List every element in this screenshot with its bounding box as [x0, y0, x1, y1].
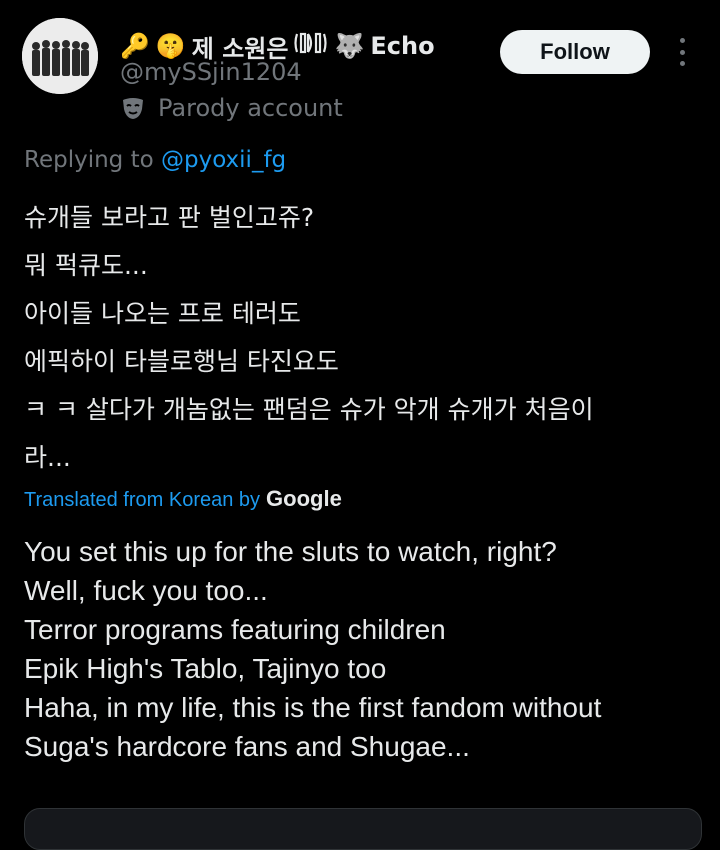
translation-attribution[interactable]: Translated from Korean by Google [24, 486, 342, 512]
parody-label: Parody account [158, 94, 343, 122]
group-photo-avatar [22, 18, 98, 94]
more-dot [679, 61, 685, 66]
translated-line: You set this up for the sluts to watch, … [24, 536, 557, 567]
wolf-emoji: 🐺 [334, 32, 365, 60]
post-line: ㅋ ㅋ 살다가 개놈없는 팬덤은 슈가 악개 슈개가 처음이 [24, 395, 594, 424]
post-line: 뭐 퍽큐도... [24, 251, 148, 280]
post-line: 에픽하이 타블로행님 타진요도 [24, 347, 339, 376]
reply-mention-link[interactable]: @pyoxii_fg [161, 147, 286, 173]
replying-to: Replying to @pyoxii_fg [24, 147, 286, 173]
parody-badge: Parody account [120, 94, 343, 122]
translated-line: Well, fuck you too... [24, 575, 268, 606]
more-dot [679, 49, 685, 55]
translated-line: Epik High's Tablo, Tajinyo too [24, 653, 387, 684]
replying-prefix: Replying to [24, 147, 161, 173]
translated-line: Terror programs featuring children [24, 614, 446, 645]
translated-line: Suga's hardcore fans and Shugae... [24, 731, 470, 762]
post-text-korean: 슈개들 보라고 판 벌인고쥬? 뭐 퍽큐도... 아이들 나오는 프로 테러도 … [24, 194, 704, 482]
user-handle[interactable]: @mySSjin1204 [120, 58, 302, 86]
shushing-face-emoji: 🤫 [155, 32, 186, 60]
avatar[interactable] [22, 18, 98, 94]
follow-button[interactable]: Follow [500, 30, 650, 74]
post-line: 라... [24, 443, 71, 472]
post-text-translated: You set this up for the sluts to watch, … [24, 532, 704, 766]
post-line: 아이들 나오는 프로 테러도 [24, 299, 301, 328]
google-logo: Google [266, 486, 342, 511]
post-line: 슈개들 보라고 판 벌인고쥬? [24, 203, 315, 232]
mask-icon [123, 98, 143, 119]
display-name-suffix: Echo [370, 32, 435, 60]
translation-label: Translated from Korean by [24, 489, 261, 511]
more-dot [679, 38, 685, 43]
key-emoji: 🔑 [120, 32, 150, 60]
fandom-logo-icon [294, 31, 328, 61]
translated-line: Haha, in my life, this is the first fand… [24, 692, 602, 723]
media-card[interactable] [24, 808, 702, 850]
more-options-icon[interactable] [670, 34, 694, 70]
